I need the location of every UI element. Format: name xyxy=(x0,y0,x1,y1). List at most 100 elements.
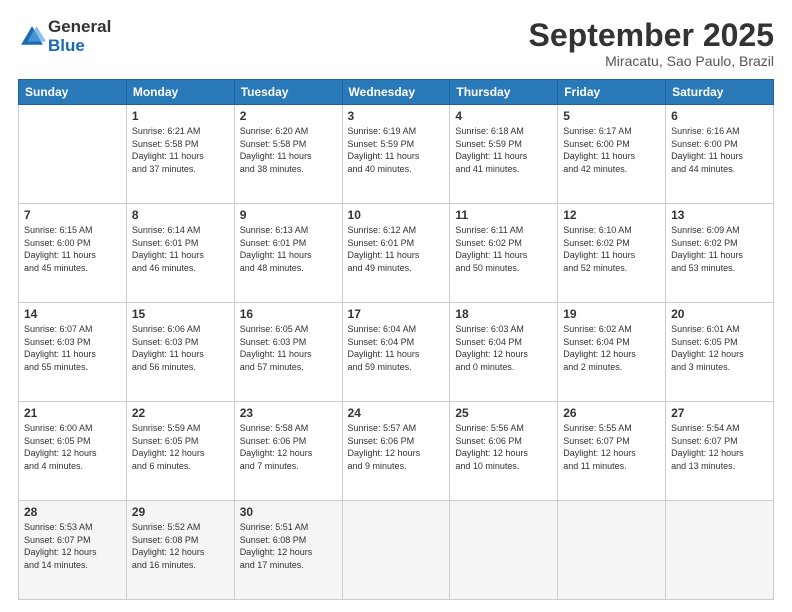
calendar-cell xyxy=(19,105,127,204)
calendar-cell: 11 Sunrise: 6:11 AM Sunset: 6:02 PM Dayli… xyxy=(450,204,558,303)
calendar-cell: 15 Sunrise: 6:06 AM Sunset: 6:03 PM Dayli… xyxy=(126,303,234,402)
logo: General Blue xyxy=(18,18,111,55)
logo-icon xyxy=(18,23,46,51)
calendar-cell: 16Sunrise: 6:05 AM Sunset: 6:03 PM Dayli… xyxy=(234,303,342,402)
day-info: Sunrise: 6:13 AM Sunset: 6:01 PM Dayligh… xyxy=(240,224,337,274)
day-info: Sunrise: 6:09 AM Sunset: 6:02 PM Dayligh… xyxy=(671,224,768,274)
weekday-header: Monday xyxy=(126,80,234,105)
calendar-cell: 2 Sunrise: 6:20 AM Sunset: 5:58 PM Daylig… xyxy=(234,105,342,204)
calendar-cell: 22 Sunrise: 5:59 AM Sunset: 6:05 PM Dayli… xyxy=(126,402,234,501)
logo-blue: Blue xyxy=(48,37,111,56)
weekday-header: Thursday xyxy=(450,80,558,105)
weekday-header: Friday xyxy=(558,80,666,105)
weekday-header: Saturday xyxy=(666,80,774,105)
day-number: 15 xyxy=(132,307,229,321)
day-number: 18 xyxy=(455,307,552,321)
day-number: 23 xyxy=(240,406,337,420)
day-number: 1 xyxy=(132,109,229,123)
calendar-cell: 9Sunrise: 6:13 AM Sunset: 6:01 PM Daylig… xyxy=(234,204,342,303)
weekday-header: Wednesday xyxy=(342,80,450,105)
day-number: 11 xyxy=(455,208,552,222)
calendar-week-row: 1 Sunrise: 6:21 AM Sunset: 5:58 PM Daylig… xyxy=(19,105,774,204)
calendar-cell: 30Sunrise: 5:51 AM Sunset: 6:08 PM Dayli… xyxy=(234,501,342,600)
day-info: Sunrise: 5:59 AM Sunset: 6:05 PM Dayligh… xyxy=(132,422,229,472)
day-info: Sunrise: 6:21 AM Sunset: 5:58 PM Dayligh… xyxy=(132,125,229,175)
calendar-cell: 25 Sunrise: 5:56 AM Sunset: 6:06 PM Dayli… xyxy=(450,402,558,501)
calendar-cell: 10 Sunrise: 6:12 AM Sunset: 6:01 PM Dayli… xyxy=(342,204,450,303)
calendar-cell: 29Sunrise: 5:52 AM Sunset: 6:08 PM Dayli… xyxy=(126,501,234,600)
day-info: Sunrise: 5:52 AM Sunset: 6:08 PM Dayligh… xyxy=(132,521,229,571)
day-info: Sunrise: 5:58 AM Sunset: 6:06 PM Dayligh… xyxy=(240,422,337,472)
day-number: 10 xyxy=(348,208,445,222)
day-info: Sunrise: 6:01 AM Sunset: 6:05 PM Dayligh… xyxy=(671,323,768,373)
calendar-cell xyxy=(666,501,774,600)
calendar-cell: 18Sunrise: 6:03 AM Sunset: 6:04 PM Dayli… xyxy=(450,303,558,402)
day-info: Sunrise: 6:19 AM Sunset: 5:59 PM Dayligh… xyxy=(348,125,445,175)
day-info: Sunrise: 6:16 AM Sunset: 6:00 PM Dayligh… xyxy=(671,125,768,175)
calendar-header: SundayMondayTuesdayWednesdayThursdayFrid… xyxy=(19,80,774,105)
day-info: Sunrise: 6:06 AM Sunset: 6:03 PM Dayligh… xyxy=(132,323,229,373)
calendar-cell: 19Sunrise: 6:02 AM Sunset: 6:04 PM Dayli… xyxy=(558,303,666,402)
day-number: 7 xyxy=(24,208,121,222)
calendar-week-row: 28 Sunrise: 5:53 AM Sunset: 6:07 PM Dayli… xyxy=(19,501,774,600)
calendar-cell: 5 Sunrise: 6:17 AM Sunset: 6:00 PM Daylig… xyxy=(558,105,666,204)
day-info: Sunrise: 6:17 AM Sunset: 6:00 PM Dayligh… xyxy=(563,125,660,175)
day-number: 12 xyxy=(563,208,660,222)
calendar-cell: 27 Sunrise: 5:54 AM Sunset: 6:07 PM Dayli… xyxy=(666,402,774,501)
day-number: 14 xyxy=(24,307,121,321)
calendar-cell xyxy=(342,501,450,600)
day-number: 2 xyxy=(240,109,337,123)
location-subtitle: Miracatu, Sao Paulo, Brazil xyxy=(529,53,774,69)
calendar-cell xyxy=(450,501,558,600)
day-info: Sunrise: 6:20 AM Sunset: 5:58 PM Dayligh… xyxy=(240,125,337,175)
day-info: Sunrise: 6:12 AM Sunset: 6:01 PM Dayligh… xyxy=(348,224,445,274)
day-number: 20 xyxy=(671,307,768,321)
day-number: 30 xyxy=(240,505,337,519)
day-number: 22 xyxy=(132,406,229,420)
calendar-cell: 26Sunrise: 5:55 AM Sunset: 6:07 PM Dayli… xyxy=(558,402,666,501)
day-number: 6 xyxy=(671,109,768,123)
calendar-week-row: 21 Sunrise: 6:00 AM Sunset: 6:05 PM Dayli… xyxy=(19,402,774,501)
day-info: Sunrise: 6:00 AM Sunset: 6:05 PM Dayligh… xyxy=(24,422,121,472)
calendar-cell: 20 Sunrise: 6:01 AM Sunset: 6:05 PM Dayli… xyxy=(666,303,774,402)
page: General Blue September 2025 Miracatu, Sa… xyxy=(0,0,792,612)
day-number: 5 xyxy=(563,109,660,123)
calendar-cell: 1 Sunrise: 6:21 AM Sunset: 5:58 PM Daylig… xyxy=(126,105,234,204)
day-info: Sunrise: 5:56 AM Sunset: 6:06 PM Dayligh… xyxy=(455,422,552,472)
day-number: 27 xyxy=(671,406,768,420)
weekday-header: Sunday xyxy=(19,80,127,105)
weekday-header: Tuesday xyxy=(234,80,342,105)
calendar-cell: 7 Sunrise: 6:15 AM Sunset: 6:00 PM Daylig… xyxy=(19,204,127,303)
calendar-cell: 3 Sunrise: 6:19 AM Sunset: 5:59 PM Daylig… xyxy=(342,105,450,204)
day-number: 19 xyxy=(563,307,660,321)
calendar-week-row: 7 Sunrise: 6:15 AM Sunset: 6:00 PM Daylig… xyxy=(19,204,774,303)
day-info: Sunrise: 6:18 AM Sunset: 5:59 PM Dayligh… xyxy=(455,125,552,175)
day-number: 25 xyxy=(455,406,552,420)
day-number: 21 xyxy=(24,406,121,420)
calendar-cell: 13Sunrise: 6:09 AM Sunset: 6:02 PM Dayli… xyxy=(666,204,774,303)
calendar: SundayMondayTuesdayWednesdayThursdayFrid… xyxy=(18,79,774,600)
day-number: 3 xyxy=(348,109,445,123)
day-number: 28 xyxy=(24,505,121,519)
calendar-body: 1 Sunrise: 6:21 AM Sunset: 5:58 PM Daylig… xyxy=(19,105,774,600)
logo-text: General Blue xyxy=(48,18,111,55)
day-info: Sunrise: 6:04 AM Sunset: 6:04 PM Dayligh… xyxy=(348,323,445,373)
day-number: 24 xyxy=(348,406,445,420)
day-info: Sunrise: 5:54 AM Sunset: 6:07 PM Dayligh… xyxy=(671,422,768,472)
day-info: Sunrise: 6:11 AM Sunset: 6:02 PM Dayligh… xyxy=(455,224,552,274)
day-info: Sunrise: 6:15 AM Sunset: 6:00 PM Dayligh… xyxy=(24,224,121,274)
day-number: 17 xyxy=(348,307,445,321)
calendar-cell: 21 Sunrise: 6:00 AM Sunset: 6:05 PM Dayli… xyxy=(19,402,127,501)
calendar-cell: 23 Sunrise: 5:58 AM Sunset: 6:06 PM Dayli… xyxy=(234,402,342,501)
calendar-cell: 14 Sunrise: 6:07 AM Sunset: 6:03 PM Dayli… xyxy=(19,303,127,402)
header: General Blue September 2025 Miracatu, Sa… xyxy=(18,18,774,69)
month-title: September 2025 xyxy=(529,18,774,53)
day-number: 26 xyxy=(563,406,660,420)
day-info: Sunrise: 6:10 AM Sunset: 6:02 PM Dayligh… xyxy=(563,224,660,274)
calendar-cell: 24Sunrise: 5:57 AM Sunset: 6:06 PM Dayli… xyxy=(342,402,450,501)
day-info: Sunrise: 5:53 AM Sunset: 6:07 PM Dayligh… xyxy=(24,521,121,571)
day-info: Sunrise: 6:07 AM Sunset: 6:03 PM Dayligh… xyxy=(24,323,121,373)
calendar-cell: 28 Sunrise: 5:53 AM Sunset: 6:07 PM Dayli… xyxy=(19,501,127,600)
calendar-cell: 6 Sunrise: 6:16 AM Sunset: 6:00 PM Daylig… xyxy=(666,105,774,204)
calendar-cell: 8Sunrise: 6:14 AM Sunset: 6:01 PM Daylig… xyxy=(126,204,234,303)
